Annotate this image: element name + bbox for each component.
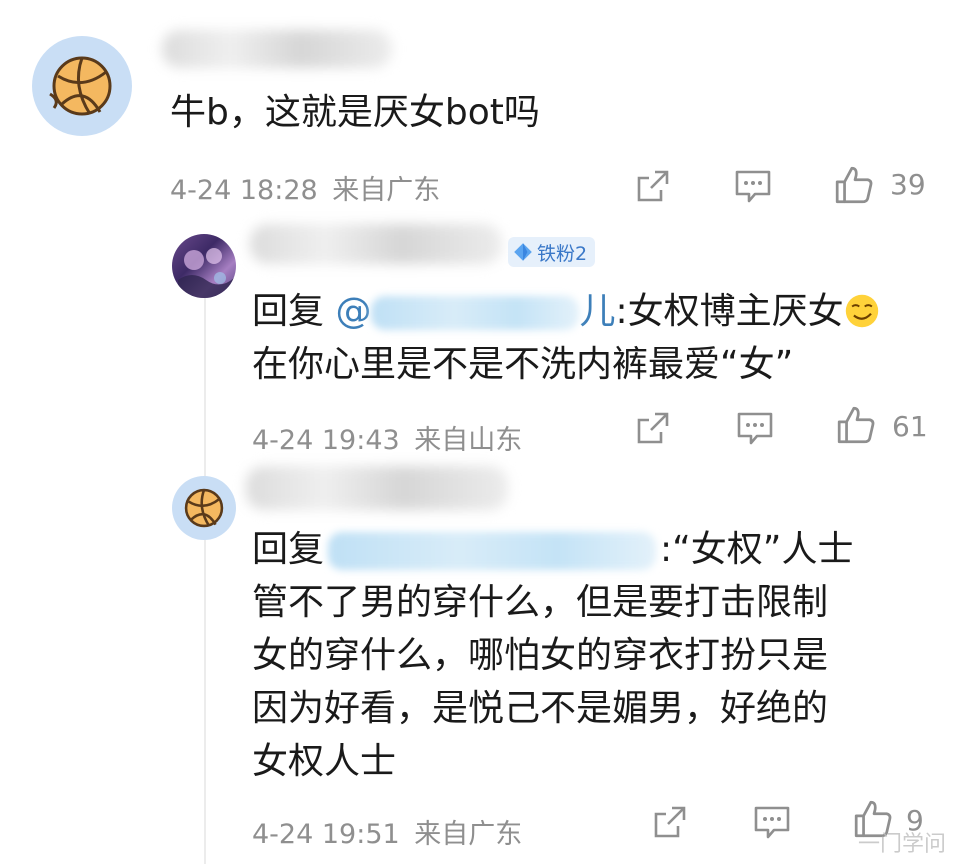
reply-line-4: 因为好看，是悦己不是媚男，好绝的 [252, 688, 829, 729]
thread-line [204, 298, 206, 864]
share-icon[interactable] [633, 166, 673, 206]
comment-text: 牛b，这就是厌女bot吗 [170, 92, 540, 133]
reply-body: 管不了男的穿什么，但是要打击限制 女的穿什么，哪怕女的穿衣打扮只是 因为好看，是… [252, 576, 828, 788]
reply-line-2: 在你心里是不是不洗内裤最爱“女” [252, 344, 794, 385]
reply-line-5: 女权人士 [252, 741, 397, 782]
mention-blurred [371, 296, 580, 330]
reply-line-1: :“女权”人士 [660, 529, 854, 570]
timestamp: 4-24 19:43 [252, 425, 400, 456]
comment-meta: 4-24 18:28 来自广东 [170, 168, 440, 207]
username-blurred[interactable] [246, 466, 508, 510]
comment-meta: 4-24 19:43 来自山东 [252, 418, 522, 457]
reply-line-1: :女权博主厌女 [615, 291, 844, 332]
comment-icon[interactable] [752, 802, 792, 842]
comment-icon[interactable] [735, 408, 775, 448]
mention-at: @ [335, 291, 372, 332]
avatar[interactable] [172, 234, 236, 298]
badge-label: 铁粉2 [537, 242, 588, 265]
smirk-emoji-icon [845, 294, 878, 328]
avatar[interactable] [172, 476, 236, 540]
reply-prefix: 回复 [252, 529, 325, 570]
like-icon[interactable] [835, 404, 877, 446]
username-blurred[interactable] [250, 224, 502, 264]
watermark: 一门学问 [857, 832, 946, 857]
fan-badge: 铁粉2 [508, 237, 596, 267]
avatar[interactable] [32, 36, 132, 136]
like-count: 61 [892, 410, 928, 443]
reply-line-2: 管不了男的穿什么，但是要打击限制 [252, 582, 829, 623]
comment-meta: 4-24 19:51 来自广东 [252, 812, 522, 851]
mention-blurred[interactable] [328, 532, 657, 570]
basketball-avatar-icon [34, 38, 130, 134]
comment-icon[interactable] [733, 166, 773, 206]
timestamp: 4-24 19:51 [252, 819, 400, 850]
like-icon[interactable] [833, 164, 875, 206]
illustration-avatar-icon [178, 248, 234, 298]
share-icon[interactable] [633, 408, 673, 448]
reply-prefix: 回复 [252, 291, 336, 332]
reply-text: 回复 :“女权”人士 [252, 523, 853, 576]
like-count: 39 [890, 168, 926, 201]
mention-link[interactable]: @ 儿 [335, 291, 615, 332]
mention-tail: 儿 [579, 291, 616, 332]
reply-line-3: 女的穿什么，哪怕女的穿衣打扮只是 [252, 635, 829, 676]
location: 来自广东 [332, 175, 441, 206]
location: 来自山东 [414, 425, 523, 456]
diamond-icon [514, 243, 532, 261]
share-icon[interactable] [650, 802, 690, 842]
basketball-avatar-icon [173, 477, 235, 539]
location: 来自广东 [414, 819, 523, 850]
reply-text: 回复 @ 儿:女权博主厌女 在你心里是不是不洗内裤最爱“女” [252, 285, 880, 391]
timestamp: 4-24 18:28 [170, 175, 318, 206]
username-blurred[interactable] [162, 30, 392, 68]
